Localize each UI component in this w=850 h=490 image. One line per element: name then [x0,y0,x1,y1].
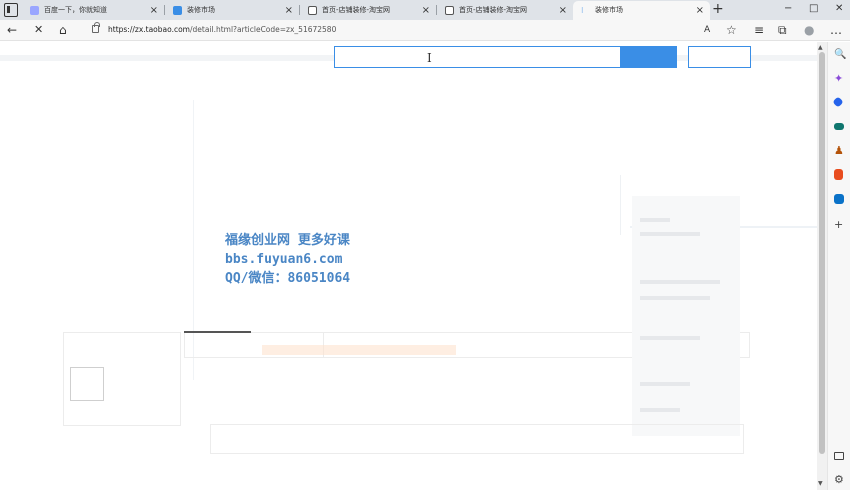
more-icon[interactable]: … [830,22,842,38]
briefcase-icon[interactable] [834,123,844,130]
home-icon[interactable]: ⌂ [59,22,67,38]
content-box [210,424,744,454]
address-bar[interactable]: https://zx.taobao.com/detail.html?articl… [108,24,336,36]
loading-icon: ⁝ [581,6,584,15]
games-icon[interactable]: ♟ [834,145,844,156]
settings-icon[interactable]: ⚙ [834,474,844,485]
placeholder-line [640,382,690,386]
watermark-line: QQ/微信：86051064 [225,271,351,286]
baidu-favicon-icon [30,6,39,15]
active-tab-indicator [184,331,251,333]
add-icon[interactable]: + [834,219,843,230]
placeholder-line [640,218,670,222]
placeholder-line [640,408,680,412]
zx-favicon-icon [173,6,182,15]
back-arrow-icon[interactable]: ← [7,22,17,38]
scroll-up-icon[interactable]: ▲ [818,44,823,51]
outlook-icon[interactable] [834,194,844,204]
new-tab-button[interactable]: + [712,0,724,19]
watermark-line: bbs.fuyuan6.com [225,252,343,267]
search-button[interactable] [620,46,677,68]
watermark: 福缘创业网 更多好课 bbs.fuyuan6.com QQ/微信：8605106… [225,231,350,288]
tab-zx-market[interactable]: 装修市场 × [165,1,299,20]
page-favicon-icon [445,6,454,15]
product-thumbnail[interactable] [70,367,104,401]
close-tab-icon[interactable]: × [696,1,704,20]
profile-icon[interactable]: ● [804,22,814,38]
tab-zx-market-active[interactable]: ⁝ 装修市场 × [573,1,710,20]
url-host: https://zx.taobao.com [108,25,190,34]
placeholder-line [640,336,700,340]
close-tab-icon[interactable]: × [559,1,567,20]
right-info-panel [632,196,740,436]
tab-baidu[interactable]: 百度一下，你就知道 × [22,1,164,20]
tab-strip: 百度一下，你就知道 × 装修市场 × 首页-店铺装修-淘宝网 × 首页-店铺装修… [0,0,850,20]
tab-title: 百度一下，你就知道 [44,6,107,14]
minimize-button[interactable]: − [784,0,792,18]
tab-actions-icon[interactable] [4,3,18,17]
close-tab-icon[interactable]: × [422,1,430,20]
tab-title: 装修市场 [187,6,215,14]
placeholder-line [640,280,720,284]
read-aloud-icon[interactable]: A [704,22,710,38]
text-cursor-icon: I [427,51,432,65]
page-favicon-icon [308,6,317,15]
lock-icon[interactable] [92,22,100,33]
favorites-icon[interactable]: ≡ [754,22,764,38]
secondary-button[interactable] [688,46,751,68]
tab-title: 首页-店铺装修-淘宝网 [322,6,391,14]
tab-title: 首页-店铺装修-淘宝网 [459,6,528,14]
sidebar-toggle-icon[interactable] [834,452,844,460]
collections-icon[interactable]: ⧉ [778,22,787,38]
search-input[interactable] [334,46,621,68]
edge-sidebar [827,42,850,490]
office-icon[interactable] [834,169,843,180]
search-icon[interactable]: 🔍 [834,49,846,60]
placeholder-line [640,296,710,300]
scroll-down-icon[interactable]: ▼ [818,480,823,487]
promo-bar [262,345,456,355]
tab-taobao-1[interactable]: 首页-店铺装修-淘宝网 × [300,1,436,20]
favorite-add-icon[interactable]: ☆ [726,22,737,38]
maximize-button[interactable]: □ [809,0,818,18]
close-tab-icon[interactable]: × [285,1,293,20]
tab-taobao-2[interactable]: 首页-店铺装修-淘宝网 × [437,1,573,20]
stop-icon[interactable]: ✕ [34,22,43,38]
close-window-button[interactable]: ✕ [835,0,843,18]
tab-title: 装修市场 [595,6,623,14]
url-path: /detail.html?articleCode=zx_51672580 [189,25,337,34]
watermark-line: 福缘创业网 更多好课 [225,233,350,248]
placeholder-line [640,232,700,236]
close-tab-icon[interactable]: × [150,1,158,20]
sparkle-icon[interactable]: ✦ [834,73,843,84]
address-toolbar: ← ✕ ⌂ https://zx.taobao.com/detail.html?… [0,20,850,41]
scrollbar-thumb[interactable] [819,52,825,454]
content-divider [620,175,621,235]
